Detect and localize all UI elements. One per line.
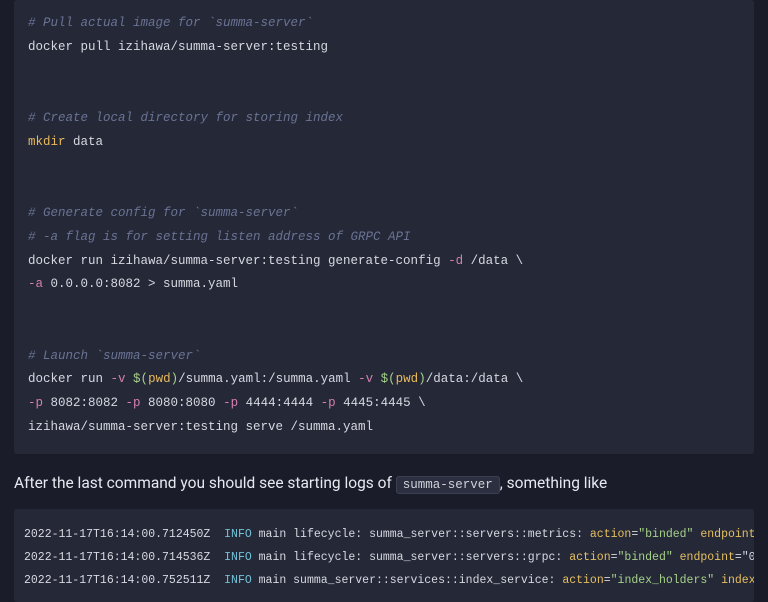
code-text: docker run	[28, 372, 111, 386]
log-key: action	[590, 528, 631, 541]
log-timestamp: 2022-11-17T16:14:00.752511Z	[24, 574, 224, 587]
code-comment: # Generate config for `summa-server`	[28, 206, 298, 220]
prose-text: , something like	[500, 474, 608, 492]
inline-code: summa-server	[396, 476, 500, 494]
log-value: "binded"	[638, 528, 693, 541]
code-text: /summa.yaml:/summa.yaml	[178, 372, 358, 386]
log-timestamp: 2022-11-17T16:14:00.714536Z	[24, 551, 224, 564]
shell-code-block: # Pull actual image for `summa-server` d…	[14, 0, 754, 454]
log-key: endpoint	[680, 551, 735, 564]
code-builtin: pwd	[396, 372, 419, 386]
code-flag: -a	[28, 277, 43, 291]
code-subst: )	[418, 372, 426, 386]
code-flag: -d	[448, 254, 463, 268]
code-flag: -p	[28, 396, 43, 410]
prose-text: After the last command you should see st…	[14, 474, 396, 492]
log-value: "index_holders"	[611, 574, 715, 587]
code-text: /data \	[463, 254, 523, 268]
code-comment: # -a flag is for setting listen address …	[28, 230, 411, 244]
log-context: main lifecycle: summa_server::servers::g…	[252, 551, 569, 564]
log-level: INFO	[224, 574, 252, 587]
code-flag: -p	[126, 396, 141, 410]
log-context: main lifecycle: summa_server::servers::m…	[252, 528, 590, 541]
code-flag: -p	[321, 396, 336, 410]
code-flag: -v	[358, 372, 373, 386]
code-line: docker pull izihawa/summa-server:testing	[28, 40, 328, 54]
log-value: ="0.0.0	[735, 551, 754, 564]
code-flag: -v	[111, 372, 126, 386]
code-subst: $(	[381, 372, 396, 386]
code-subst: )	[171, 372, 179, 386]
prose-paragraph: After the last command you should see st…	[14, 472, 754, 495]
log-key: action	[569, 551, 610, 564]
log-key: action	[562, 574, 603, 587]
code-text: 0.0.0.0:8082 > summa.yaml	[43, 277, 238, 291]
code-subst: $(	[133, 372, 148, 386]
log-context: main summa_server::services::index_servi…	[252, 574, 563, 587]
code-text: /data:/data \	[426, 372, 524, 386]
code-builtin: mkdir	[28, 135, 66, 149]
log-output-block: 2022-11-17T16:14:00.712450Z INFO main li…	[14, 509, 754, 602]
log-key: endpoint	[700, 528, 754, 541]
log-level: INFO	[224, 528, 252, 541]
log-level: INFO	[224, 551, 252, 564]
code-flag: -p	[223, 396, 238, 410]
code-line: izihawa/summa-server:testing serve /summ…	[28, 420, 373, 434]
log-key: index_hol	[721, 574, 754, 587]
code-comment: # Create local directory for storing ind…	[28, 111, 343, 125]
code-comment: # Launch `summa-server`	[28, 349, 201, 363]
code-builtin: pwd	[148, 372, 171, 386]
log-value: "binded"	[618, 551, 673, 564]
code-comment: # Pull actual image for `summa-server`	[28, 16, 313, 30]
code-text: data	[66, 135, 104, 149]
log-timestamp: 2022-11-17T16:14:00.712450Z	[24, 528, 224, 541]
code-text: docker run izihawa/summa-server:testing …	[28, 254, 448, 268]
code-text: 4445:4445 \	[336, 396, 426, 410]
